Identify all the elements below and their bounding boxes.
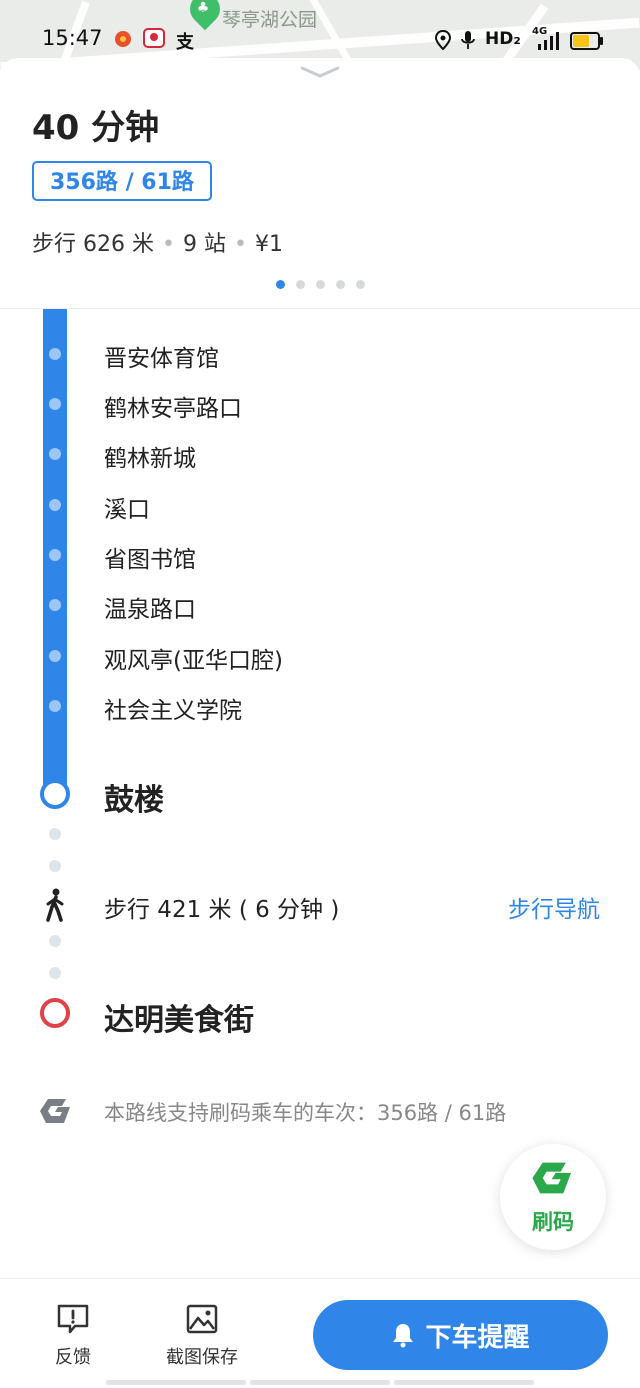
walk-dot (49, 860, 61, 872)
screenshot-save-label: 截图保存 (166, 1347, 238, 1368)
screenshot-save-button[interactable]: 截图保存 (162, 1303, 242, 1369)
route-pager[interactable] (276, 280, 365, 289)
route-summary: 步行 626 米 • 9 站 • ¥1 (32, 232, 283, 257)
microphone-icon (461, 30, 475, 50)
divider (0, 308, 640, 309)
scan-ride-logo-icon (40, 1097, 72, 1129)
walk-navigation-button[interactable]: 步行导航 (508, 890, 600, 924)
alight-reminder-label: 下车提醒 (425, 1322, 530, 1353)
walking-person-icon (44, 888, 66, 926)
stop-item[interactable]: 溪口 (104, 490, 150, 524)
alipay-notification-icon: 支 (176, 32, 194, 53)
pager-dot[interactable] (336, 280, 345, 289)
stop-item[interactable]: 省图书馆 (104, 540, 196, 574)
alight-reminder-button[interactable]: 下车提醒 (313, 1300, 608, 1370)
scan-ride-logo-icon (532, 1162, 571, 1194)
image-icon (186, 1304, 218, 1334)
stop-item[interactable]: 温泉路口 (104, 590, 196, 624)
summary-fare: ¥1 (254, 232, 283, 257)
status-time: 15:47 (42, 26, 103, 50)
stop-dot (49, 448, 61, 460)
scan-support-note: 本路线支持刷码乘车的车次：356路 / 61路 (104, 1101, 507, 1125)
alight-stop[interactable]: 鼓楼 (104, 775, 164, 819)
stop-dot (49, 650, 61, 662)
walk-dot (49, 935, 61, 947)
destination-marker (40, 998, 70, 1028)
stop-dot (49, 398, 61, 410)
pager-dot[interactable] (296, 280, 305, 289)
home-indicator (250, 1380, 390, 1385)
stop-dot (49, 700, 61, 712)
hd-network-label: HD₂ (485, 29, 521, 49)
stop-dot (49, 499, 61, 511)
summary-walk: 步行 626 米 (32, 232, 154, 257)
bottom-action-bar: 反馈 截图保存 下车提醒 (0, 1278, 640, 1388)
scan-code-label: 刷码 (532, 1210, 574, 1234)
location-icon (434, 29, 452, 51)
shopping-notification-icon (143, 27, 165, 48)
stop-dot (49, 549, 61, 561)
stop-item[interactable]: 晋安体育馆 (104, 339, 219, 373)
scan-code-button[interactable]: 刷码 (500, 1144, 606, 1250)
walk-dot (49, 828, 61, 840)
stop-dot (49, 348, 61, 360)
pager-dot[interactable] (316, 280, 325, 289)
app-notification-icon (114, 30, 132, 50)
alight-stop-marker (40, 779, 70, 809)
stop-item[interactable]: 鹤林安亭路口 (104, 389, 242, 423)
feedback-button[interactable]: 反馈 (33, 1303, 113, 1369)
collapse-handle-icon[interactable] (298, 64, 342, 80)
pager-dot[interactable] (276, 280, 285, 289)
summary-stops: 9 站 (182, 232, 226, 257)
stop-item[interactable]: 观风亭(亚华口腔) (104, 641, 283, 675)
stop-item[interactable]: 社会主义学院 (104, 691, 242, 725)
pager-dot[interactable] (356, 280, 365, 289)
walk-segment-text: 步行 421 米 ( 6 分钟 ) (104, 897, 340, 923)
route-duration: 40 分钟 (32, 108, 160, 148)
feedback-label: 反馈 (55, 1347, 91, 1368)
destination[interactable]: 达明美食街 (104, 995, 254, 1039)
bus-lines-tag[interactable]: 356路 / 61路 (32, 161, 212, 201)
status-bar: 15:47 支 HD₂ 4G (0, 20, 640, 60)
home-indicator (106, 1380, 246, 1385)
stop-dot (49, 599, 61, 611)
stop-item[interactable]: 鹤林新城 (104, 439, 196, 473)
home-indicator (394, 1380, 534, 1385)
signal-strength-icon (536, 32, 560, 52)
feedback-icon (57, 1304, 89, 1334)
walk-dot (49, 967, 61, 979)
bell-icon (393, 1324, 414, 1348)
battery-icon (570, 32, 603, 50)
